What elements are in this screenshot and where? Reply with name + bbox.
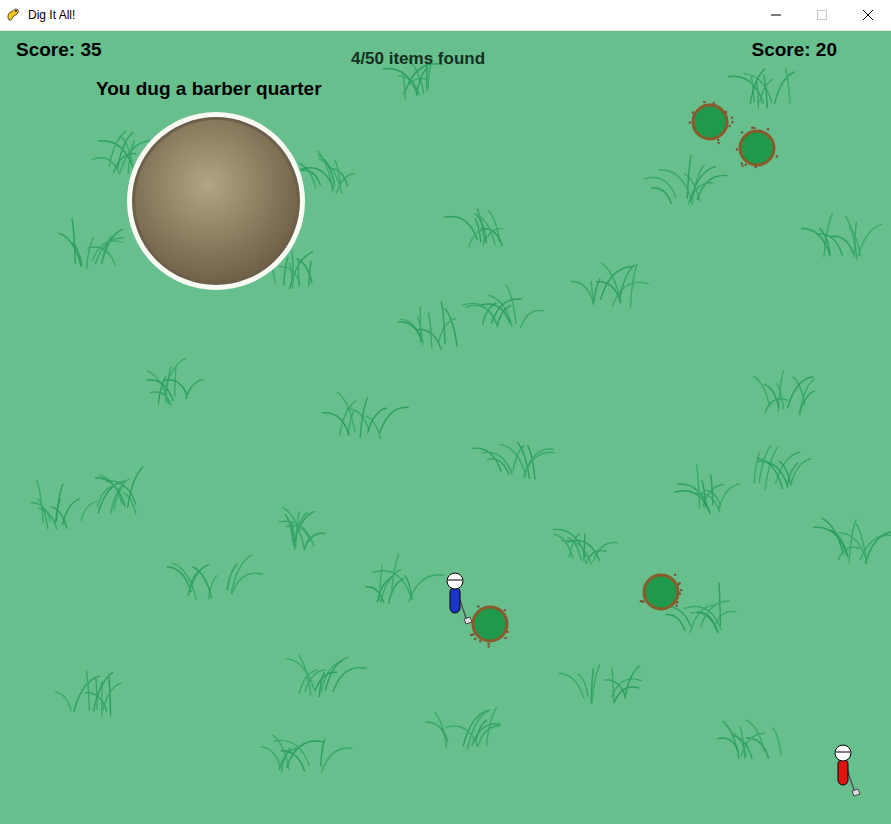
dug-hole: [689, 101, 734, 144]
grass-tuft: [55, 670, 121, 717]
items-found-counter: 4/50 items found: [351, 48, 485, 69]
grass-tuft: [278, 507, 325, 550]
grass-tuft: [398, 301, 458, 349]
grass-tuft: [286, 655, 366, 697]
grass-tuft: [753, 370, 815, 414]
close-button[interactable]: [845, 0, 891, 31]
game-field[interactable]: Score: 35 Score: 20 4/50 items found You…: [0, 31, 891, 824]
grass-tuft: [444, 208, 503, 247]
dig-message: You dug a barber quarter: [96, 77, 322, 101]
grass-tuft: [728, 69, 795, 109]
app-icon: [5, 7, 21, 23]
grass-tuft: [717, 720, 781, 759]
grass-tuft: [322, 392, 409, 439]
grass-tuft: [472, 442, 554, 479]
grass-tuft: [30, 480, 97, 530]
grass-tuft: [559, 664, 642, 704]
grass-tuft: [674, 464, 740, 514]
grass-layer: [0, 31, 891, 824]
grass-tuft: [644, 155, 727, 205]
grass-tuft: [147, 358, 204, 405]
player-body: [838, 759, 848, 785]
minimize-icon: [771, 10, 781, 20]
grass-tuft: [754, 445, 811, 489]
player-body: [450, 587, 460, 613]
dug-hole: [470, 605, 509, 647]
grass-tuft: [95, 466, 143, 514]
grass-tuft: [59, 218, 125, 269]
title-bar: Dig It All!: [0, 0, 891, 31]
player-score: Score: 35: [16, 38, 102, 62]
player-digger: [835, 745, 860, 796]
grass-tuft: [461, 284, 544, 328]
maximize-button[interactable]: [799, 0, 845, 31]
grass-tuft: [813, 518, 891, 564]
dug-hole: [736, 127, 778, 169]
minimize-button[interactable]: [753, 0, 799, 31]
grass-tuft: [298, 151, 355, 194]
maximize-icon: [817, 10, 827, 20]
grass-tuft: [261, 735, 352, 773]
grass-tuft: [571, 263, 649, 307]
window-title: Dig It All!: [28, 9, 75, 21]
player-digger: [447, 573, 472, 624]
close-icon: [863, 10, 873, 20]
dug-hole: [640, 574, 683, 609]
found-coin-picture: [127, 112, 305, 290]
grass-tuft: [365, 554, 444, 604]
grass-tuft: [553, 529, 618, 564]
grass-tuft: [167, 555, 263, 600]
player-score: Score: 20: [751, 38, 837, 62]
grass-tuft: [801, 213, 882, 260]
grass-tuft: [426, 707, 501, 749]
